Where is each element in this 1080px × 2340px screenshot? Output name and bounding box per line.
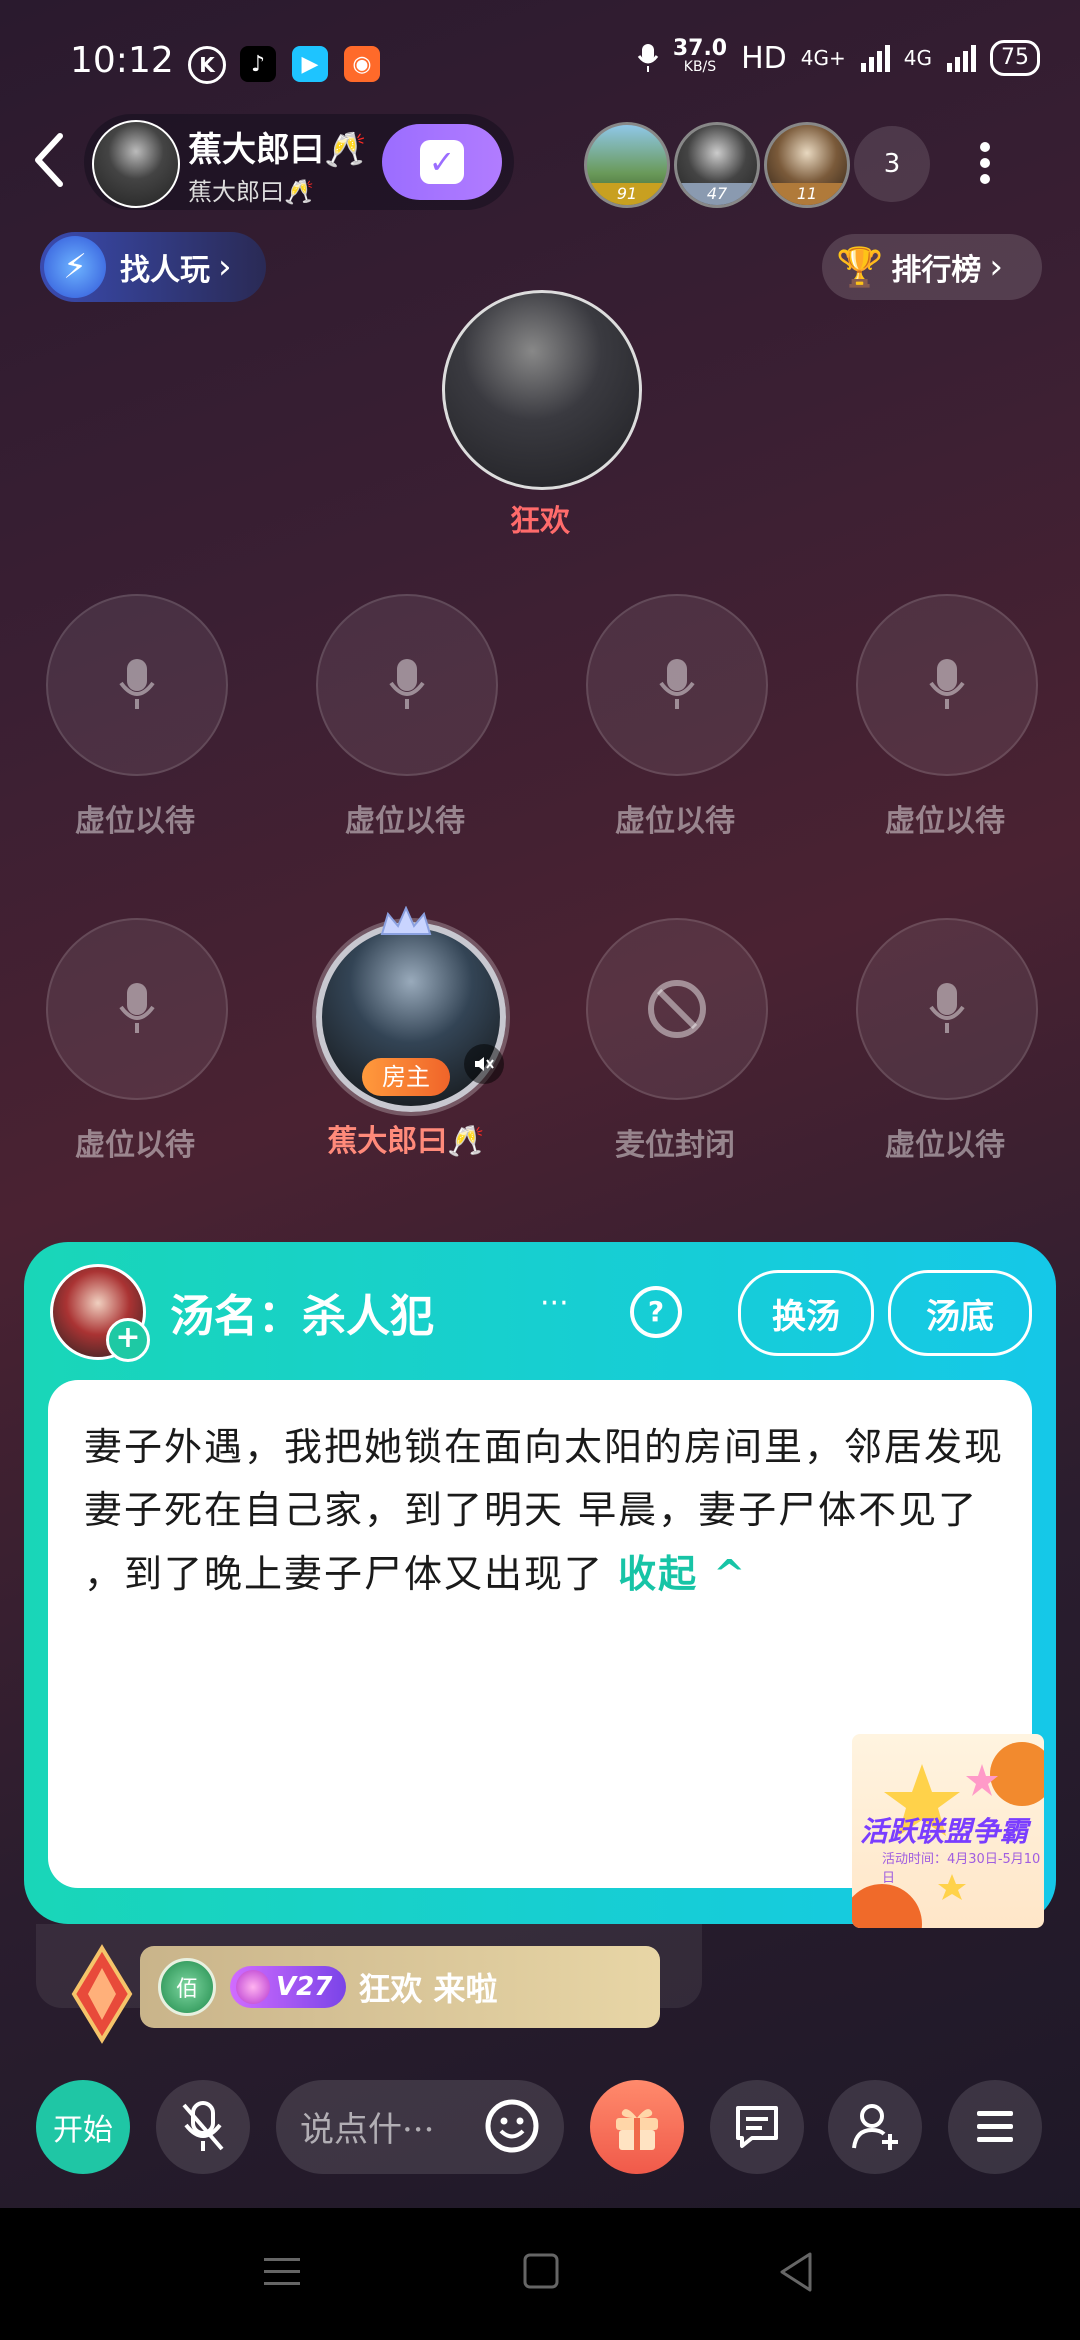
- change-soup-button[interactable]: 换汤: [738, 1270, 874, 1356]
- seat-5-label: 虚位以待: [75, 1128, 195, 1163]
- mic-off-button[interactable]: [156, 2080, 250, 2174]
- chevron-right-icon: ›: [989, 247, 1003, 287]
- seat-2-label: 虚位以待: [345, 804, 465, 839]
- soup-answer-button[interactable]: 汤底: [888, 1270, 1032, 1356]
- net-speed: 37.0 KB/S: [672, 36, 728, 76]
- arrival-emblem-icon: [70, 1944, 134, 2044]
- story-body: 妻子外遇，我把她锁在面向太阳的房间里，邻居发现妻子死在自己家，到了明天 早晨，妻…: [84, 1425, 1005, 1596]
- chat-placeholder: 说点什···: [300, 2110, 435, 2150]
- nav-back-icon[interactable]: [776, 2250, 816, 2294]
- tiktok-icon: ♪: [240, 46, 276, 82]
- status-time: 10:12: [70, 40, 174, 81]
- back-arrow-icon[interactable]: [30, 130, 70, 190]
- more-menu-icon[interactable]: [975, 136, 995, 196]
- hundred-badge: 佰: [158, 1958, 216, 2016]
- hamburger-icon: [977, 2111, 1013, 2142]
- video-app-icon: ▶: [292, 46, 328, 82]
- room-sub-name: 蕉大郎曰🥂: [188, 178, 314, 206]
- arrival-message: 狂欢 来啦: [358, 1970, 498, 2008]
- speaker-muted-icon: [464, 1044, 504, 1084]
- checkin-button[interactable]: ✓: [382, 124, 502, 200]
- vip-level: V27: [276, 1972, 333, 2002]
- follow-plus-icon[interactable]: +: [106, 1318, 150, 1362]
- signal-icon: [860, 45, 890, 72]
- status-right: 37.0 KB/S HD 4G+ 4G 75: [637, 36, 1040, 76]
- owner-badge: 房主: [362, 1058, 450, 1096]
- game-more-dots[interactable]: ···: [540, 1286, 569, 1321]
- owner-name: 蕉大郎曰🥂: [327, 1124, 485, 1159]
- nav-menu-icon[interactable]: [262, 2254, 302, 2290]
- blocked-icon: [648, 980, 706, 1038]
- host-seat-avatar[interactable]: [442, 290, 642, 490]
- kuaishou-icon: ◉: [344, 46, 380, 82]
- chevron-right-icon: ›: [218, 247, 232, 287]
- seat-2[interactable]: [316, 594, 498, 776]
- k-app-icon: K: [188, 46, 226, 84]
- mic-icon: [119, 983, 155, 1033]
- crown-icon: [378, 905, 434, 936]
- seat-closed-label: 麦位封闭: [615, 1128, 735, 1163]
- seat-1[interactable]: [46, 594, 228, 776]
- chat-bubble-icon: [736, 2106, 778, 2148]
- hd-indicator: HD: [741, 40, 787, 76]
- battery-indicator: 75: [990, 40, 1040, 76]
- seat-4-label: 虚位以待: [885, 804, 1005, 839]
- viewer-avatar-3[interactable]: 11: [764, 122, 850, 208]
- seat-8-label: 虚位以待: [885, 1128, 1005, 1163]
- find-players-button[interactable]: ⚡ 找人玩 ›: [40, 232, 266, 302]
- seat-8[interactable]: [856, 918, 1038, 1100]
- arrival-banner: 佰 V27 狂欢 来啦: [140, 1946, 660, 2028]
- seat-3[interactable]: [586, 594, 768, 776]
- vip-badge: V27: [230, 1966, 347, 2008]
- seat-1-label: 虚位以待: [75, 804, 195, 839]
- gem-icon: [236, 1970, 270, 2004]
- story-text: 妻子外遇，我把她锁在面向太阳的房间里，邻居发现妻子死在自己家，到了明天 早晨，妻…: [84, 1416, 1004, 1606]
- mic-icon: [659, 659, 695, 709]
- game-title: 汤名：杀人犯: [170, 1291, 434, 1342]
- help-icon[interactable]: ?: [630, 1286, 682, 1338]
- network-4g: 4G: [903, 46, 932, 70]
- seat-3-label: 虚位以待: [615, 804, 735, 839]
- lightning-icon: ⚡: [44, 236, 106, 298]
- promo-banner[interactable]: 活跃联盟争霸 活动时间：4月30日-5月10日: [852, 1734, 1044, 1928]
- host-name: 狂欢: [510, 504, 570, 539]
- check-icon: ✓: [420, 140, 464, 184]
- promo-title: 活跃联盟争霸: [860, 1815, 1029, 1848]
- message-button[interactable]: [710, 2080, 804, 2174]
- system-nav-bar: [0, 2208, 1080, 2340]
- add-user-icon: [852, 2104, 898, 2150]
- nav-home-icon[interactable]: [522, 2252, 560, 2290]
- seat-5[interactable]: [46, 918, 228, 1100]
- mic-icon: [929, 659, 965, 709]
- signal-icon-2: [947, 45, 976, 72]
- promo-subtitle: 活动时间：4月30日-5月10日: [882, 1852, 1041, 1886]
- seat-4[interactable]: [856, 594, 1038, 776]
- leaderboard-label: 排行榜: [891, 253, 982, 288]
- mic-off-icon: [182, 2101, 224, 2151]
- mic-icon: [389, 659, 425, 709]
- room-avatar[interactable]: [92, 120, 180, 208]
- emoji-icon[interactable]: [482, 2096, 542, 2156]
- find-players-label: 找人玩: [120, 253, 210, 288]
- viewer-avatar-2[interactable]: 47: [674, 122, 760, 208]
- seat-closed[interactable]: [586, 918, 768, 1100]
- mic-icon: [119, 659, 155, 709]
- gift-button[interactable]: [590, 2080, 684, 2174]
- menu-button[interactable]: [948, 2080, 1042, 2174]
- collapse-link[interactable]: 收起 ^: [618, 1551, 747, 1596]
- invite-user-button[interactable]: [828, 2080, 922, 2174]
- start-button[interactable]: 开始: [36, 2080, 130, 2174]
- status-bar: 10:12 K ♪ ▶ ◉ 37.0 KB/S HD 4G+ 4G 75: [0, 0, 1080, 120]
- network-4g-plus: 4G+: [800, 46, 846, 70]
- mic-icon: [929, 983, 965, 1033]
- leaderboard-button[interactable]: 🏆 排行榜 ›: [822, 234, 1042, 300]
- viewer-count[interactable]: 3: [854, 126, 930, 202]
- viewer-avatar-1[interactable]: 91: [584, 122, 670, 208]
- trophy-icon: 🏆: [836, 244, 884, 289]
- gift-icon: [616, 2109, 658, 2150]
- room-name: 蕉大郎曰🥂: [188, 130, 367, 170]
- mic-status-icon: [637, 44, 659, 72]
